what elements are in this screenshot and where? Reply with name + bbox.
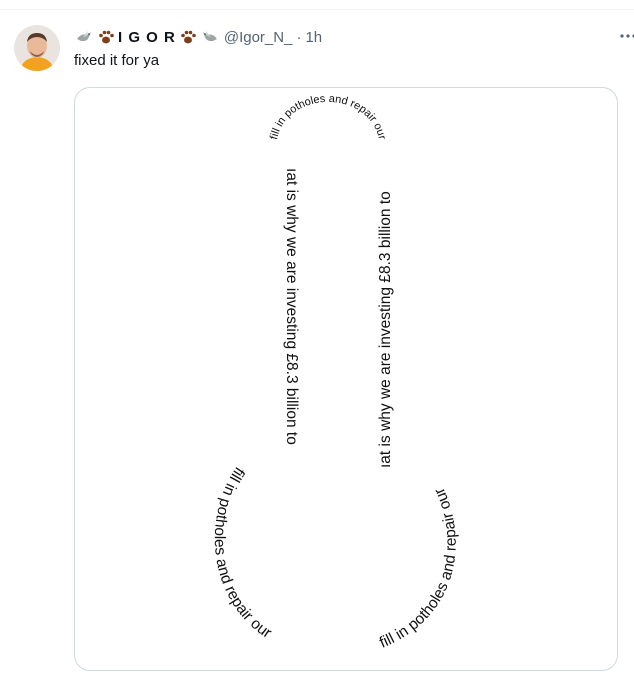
timestamp[interactable]: 1h (305, 29, 322, 46)
right-shaft-text: ıat is why we are investing £8.3 billion… (377, 191, 394, 468)
display-name[interactable]: I G O R (74, 28, 220, 46)
avatar[interactable] (14, 25, 60, 71)
dove-icon (200, 28, 220, 46)
dove-icon (74, 28, 94, 46)
more-icon[interactable] (620, 28, 634, 44)
separator-dot: · (296, 28, 302, 46)
display-name-text: I G O R (118, 28, 176, 46)
avatar-photo (14, 25, 60, 71)
tweet-text: fixed it for ya (74, 52, 160, 69)
paw-print-icon (96, 28, 116, 46)
paw-print-icon (178, 28, 198, 46)
tweet-header: I G O R @Igor_N_ · 1h (74, 27, 322, 47)
top-arc-text: fill in potholes and repair our (268, 93, 388, 141)
left-shaft-text: ıat is why we are investing £8.3 billion… (283, 168, 300, 445)
tweet[interactable]: I G O R @Igor_N_ · 1h fixed it for ya fi… (0, 10, 634, 677)
text-outline-drawing: fill in potholes and repair our ıat is w… (211, 93, 460, 652)
left-ball-text: fill in potholes and repair our (211, 464, 275, 642)
user-handle[interactable]: @Igor_N_ (224, 29, 293, 46)
tweet-image[interactable]: fill in potholes and repair our ıat is w… (74, 87, 618, 671)
right-ball-text: fill in potholes and repair our (377, 485, 460, 652)
